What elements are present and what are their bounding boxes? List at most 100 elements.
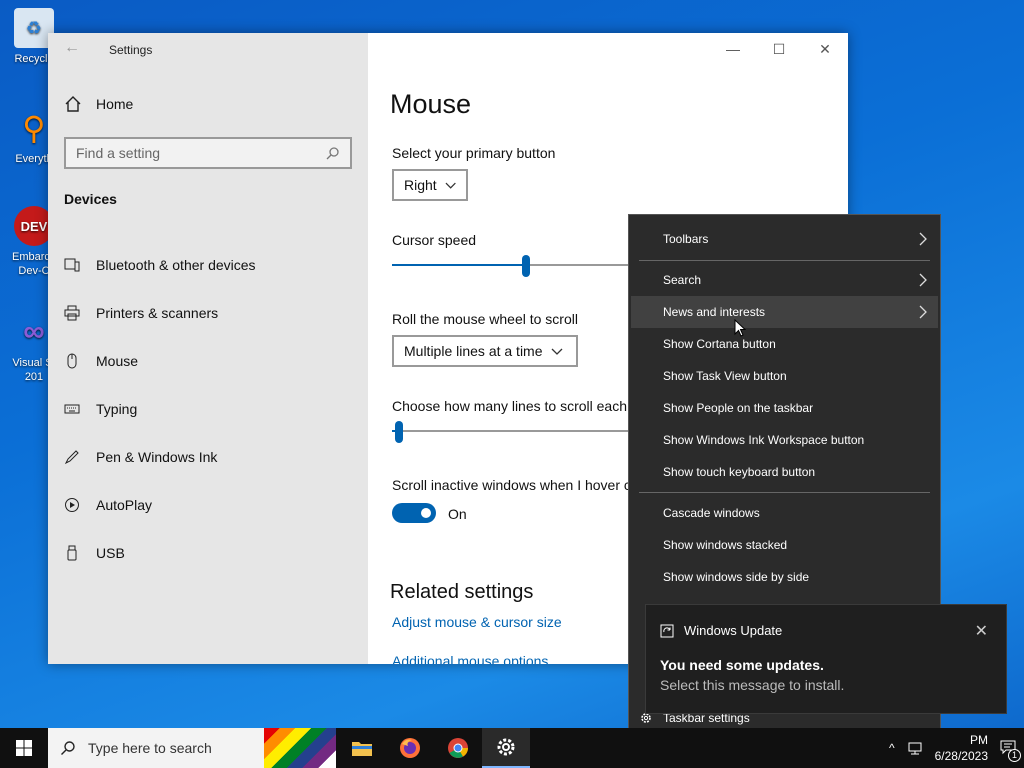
scroll-inactive-toggle[interactable] xyxy=(392,503,436,523)
nav-item-typing[interactable]: Typing xyxy=(64,385,354,433)
update-icon xyxy=(660,624,674,637)
firefox-icon xyxy=(400,738,420,758)
nav-item-autoplay[interactable]: AutoPlay xyxy=(64,481,354,529)
scroll-mode-value: Multiple lines at a time xyxy=(404,343,543,359)
close-icon[interactable]: ✕ xyxy=(975,621,988,641)
menu-label: Show Windows Ink Workspace button xyxy=(663,433,865,447)
menu-item-toolbars[interactable]: Toolbars xyxy=(631,223,938,255)
taskbar-chrome[interactable] xyxy=(434,728,482,768)
menu-item-search[interactable]: Search xyxy=(631,264,938,296)
taskbar-firefox[interactable] xyxy=(386,728,434,768)
slider-thumb[interactable] xyxy=(395,421,403,443)
menu-item-show-task-view[interactable]: Show Task View button xyxy=(631,360,938,392)
toast-header: Windows Update xyxy=(660,623,782,638)
network-icon[interactable] xyxy=(907,740,923,756)
chevron-right-icon xyxy=(919,305,927,319)
devices-nav-list: Bluetooth & other devices Printers & sca… xyxy=(64,241,354,577)
search-placeholder: Find a setting xyxy=(76,145,161,161)
nav-item-usb[interactable]: USB xyxy=(64,529,354,577)
cursor-speed-slider[interactable] xyxy=(392,255,632,277)
search-icon xyxy=(326,147,339,160)
additional-mouse-options-link[interactable]: Additional mouse options xyxy=(392,653,548,664)
menu-label: Show Task View button xyxy=(663,369,787,383)
nav-item-printers[interactable]: Printers & scanners xyxy=(64,289,354,337)
taskbar-file-explorer[interactable] xyxy=(338,728,386,768)
nav-label: AutoPlay xyxy=(96,497,153,513)
toggle-state-label: On xyxy=(448,506,467,522)
start-button[interactable] xyxy=(0,728,48,768)
slider-fill xyxy=(392,264,526,266)
system-tray: ^ PM 6/28/2023 1 xyxy=(889,732,1024,764)
action-center-button[interactable]: 1 xyxy=(1000,739,1021,762)
menu-item-side-by-side[interactable]: Show windows side by side xyxy=(631,561,938,593)
chevron-down-icon xyxy=(551,348,562,355)
windows-update-toast[interactable]: Windows Update ✕ You need some updates. … xyxy=(645,604,1007,714)
menu-item-news-and-interests[interactable]: News and interests xyxy=(631,296,938,328)
taskbar-settings[interactable] xyxy=(482,728,530,768)
chrome-icon xyxy=(448,738,468,758)
gear-icon xyxy=(497,738,515,756)
search-icon xyxy=(61,741,75,755)
menu-label: News and interests xyxy=(663,305,766,319)
primary-button-value: Right xyxy=(404,177,437,193)
nav-label: Printers & scanners xyxy=(96,305,219,321)
page-title: Mouse xyxy=(390,89,472,119)
chevron-right-icon xyxy=(919,273,927,287)
menu-item-show-people[interactable]: Show People on the taskbar xyxy=(631,392,938,424)
nav-label: USB xyxy=(96,545,125,561)
settings-sidebar: ← Settings Home Find a setting Devices B… xyxy=(48,33,368,664)
nav-label: Pen & Windows Ink xyxy=(96,449,218,465)
chevron-up-icon[interactable]: ^ xyxy=(889,741,895,755)
toast-title: You need some updates. xyxy=(660,657,824,673)
toast-body: Select this message to install. xyxy=(660,677,845,693)
back-arrow-icon[interactable]: ← xyxy=(64,39,80,57)
toggle-knob xyxy=(421,508,431,518)
windows-logo-icon xyxy=(16,740,32,756)
find-setting-input[interactable]: Find a setting xyxy=(64,137,352,169)
scroll-mode-dropdown[interactable]: Multiple lines at a time xyxy=(392,335,578,367)
notification-count: 1 xyxy=(1008,748,1021,762)
window-title: Settings xyxy=(109,43,153,57)
primary-button-label: Select your primary button xyxy=(392,145,556,161)
taskbar-search-placeholder: Type here to search xyxy=(88,740,212,756)
related-settings-heading: Related settings xyxy=(390,581,534,603)
autoplay-icon xyxy=(65,498,79,512)
menu-item-stacked[interactable]: Show windows stacked xyxy=(631,529,938,561)
nav-label: Typing xyxy=(96,401,138,417)
taskbar-clock[interactable]: PM 6/28/2023 xyxy=(935,732,988,764)
printer-icon xyxy=(64,305,80,321)
adjust-cursor-size-link[interactable]: Adjust mouse & cursor size xyxy=(392,614,562,630)
lines-to-scroll-slider[interactable] xyxy=(392,421,632,443)
clock-date: 6/28/2023 xyxy=(934,749,988,763)
toast-app-name: Windows Update xyxy=(684,623,783,638)
scroll-mode-label: Roll the mouse wheel to scroll xyxy=(392,311,578,327)
nav-label: Mouse xyxy=(96,353,139,369)
slider-track xyxy=(392,430,632,432)
home-label: Home xyxy=(96,96,134,112)
menu-separator xyxy=(639,492,930,493)
nav-label: Bluetooth & other devices xyxy=(96,257,256,273)
taskbar-search-box[interactable]: Type here to search xyxy=(48,728,336,768)
nav-item-bluetooth[interactable]: Bluetooth & other devices xyxy=(64,241,354,289)
menu-item-show-cortana[interactable]: Show Cortana button xyxy=(631,328,938,360)
bluetooth-devices-icon xyxy=(64,258,80,272)
clock-time: PM xyxy=(970,733,988,747)
menu-item-cascade[interactable]: Cascade windows xyxy=(631,497,938,529)
nav-item-mouse[interactable]: Mouse xyxy=(64,337,354,385)
home-nav[interactable]: Home xyxy=(64,95,133,113)
menu-label: Toolbars xyxy=(663,232,709,246)
menu-item-show-ink-workspace[interactable]: Show Windows Ink Workspace button xyxy=(631,424,938,456)
primary-button-dropdown[interactable]: Right xyxy=(392,169,468,201)
folder-icon xyxy=(352,742,372,756)
cursor-speed-label: Cursor speed xyxy=(392,232,477,248)
menu-label: Show windows stacked xyxy=(663,538,788,552)
keyboard-icon xyxy=(64,404,80,414)
usb-icon xyxy=(67,545,77,561)
menu-item-show-touch-keyboard[interactable]: Show touch keyboard button xyxy=(631,456,938,488)
lines-to-scroll-label: Choose how many lines to scroll each xyxy=(392,398,628,414)
nav-item-pen[interactable]: Pen & Windows Ink xyxy=(64,433,354,481)
menu-separator xyxy=(639,260,930,261)
section-label: Devices xyxy=(64,191,117,207)
mouse-icon xyxy=(67,353,77,369)
slider-thumb[interactable] xyxy=(522,255,530,277)
